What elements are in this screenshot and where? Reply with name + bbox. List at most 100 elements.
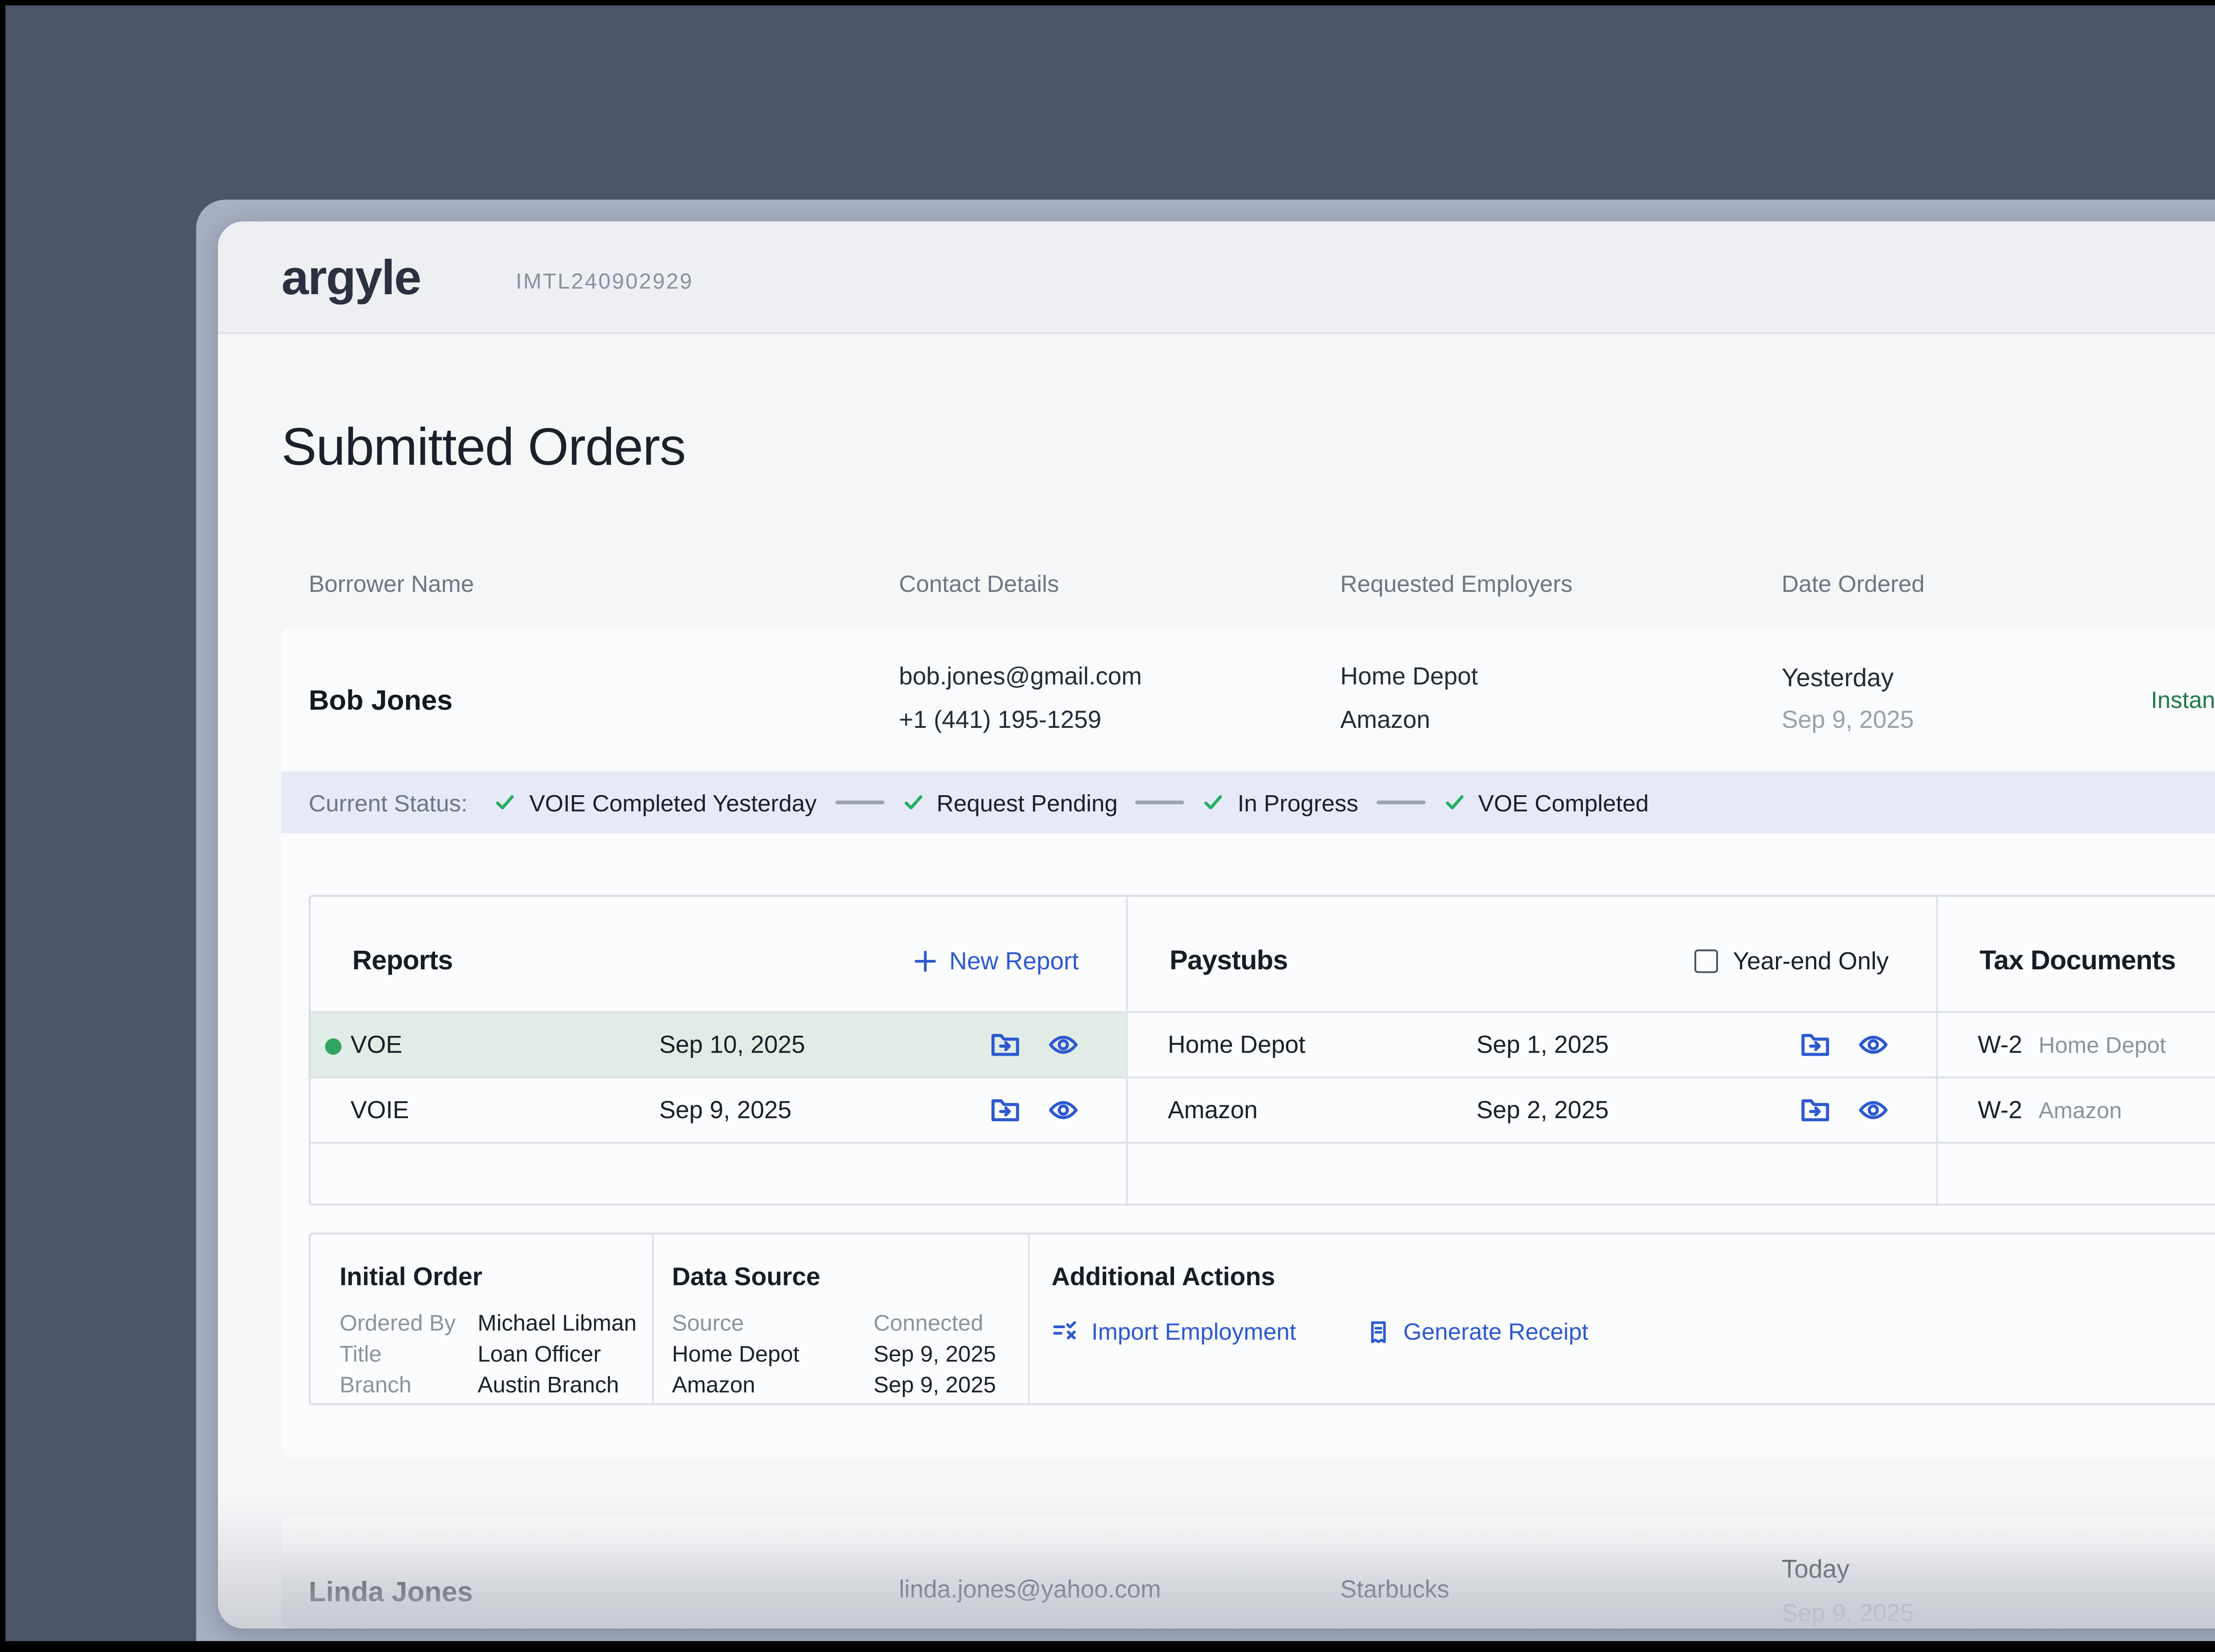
paystub-row-home-depot[interactable]: Home Depot Sep 1, 2025 bbox=[1127, 1011, 1936, 1077]
connected-value: Sep 9, 2025 bbox=[873, 1371, 996, 1397]
documents-sections-box: Reports New Report VOE Sep 10, 2025 VOIE… bbox=[308, 895, 2215, 1205]
source-value: Amazon bbox=[672, 1371, 755, 1397]
initial-order-field: Title Loan Officer bbox=[340, 1338, 637, 1369]
report-row-voie[interactable]: VOIE Sep 9, 2025 bbox=[311, 1076, 1126, 1142]
order-card-bob-jones: Bob Jones bob.jones@gmail.com +1 (441) 1… bbox=[281, 626, 2215, 1458]
initial-order-section: Initial Order Ordered By Michael Libman … bbox=[340, 1262, 637, 1399]
tax-doc-row-home-depot[interactable]: W-2 Home Depot Jan 5, 2025 bbox=[1938, 1011, 2215, 1077]
data-source-title: Data Source bbox=[672, 1261, 820, 1291]
column-header-date-ordered: Date Ordered bbox=[1781, 570, 1925, 598]
data-source-row: Home Depot Sep 9, 2025 bbox=[672, 1338, 996, 1369]
additional-actions-section: Additional Actions Import Employment Gen… bbox=[1052, 1262, 1589, 1345]
step-connector bbox=[1376, 801, 1426, 805]
desktop-background: argyle IMTL240902929 Refresh Page bbox=[0, 0, 2215, 1652]
status-step: VOIE Completed Yesterday bbox=[495, 789, 817, 816]
tax-doc-name: W-2 Amazon bbox=[1978, 1096, 2215, 1123]
view-eye-icon[interactable] bbox=[1048, 1095, 1079, 1126]
refresh-page-button[interactable]: Refresh Page bbox=[2194, 222, 2215, 334]
borrower-phone: +1 (441) 195-1259 bbox=[899, 706, 1102, 734]
step-connector bbox=[1136, 801, 1185, 805]
paystub-employer: Home Depot bbox=[1167, 1031, 1306, 1059]
year-end-only-checkbox[interactable] bbox=[1694, 949, 1718, 974]
data-source-section: Data Source Source Connected Home Depot … bbox=[672, 1262, 996, 1399]
paystubs-panel: Paystubs Year-end Only Home Depot Sep 1,… bbox=[1127, 897, 1936, 1204]
column-header-contact-details: Contact Details bbox=[899, 570, 1059, 598]
status-step-label: VOIE Completed Yesterday bbox=[529, 789, 817, 816]
view-eye-icon[interactable] bbox=[1858, 1029, 1889, 1060]
report-date: Sep 10, 2025 bbox=[659, 1031, 805, 1059]
instant-verification-label: Instant Verification Available bbox=[2151, 686, 2215, 714]
paystubs-title: Paystubs bbox=[1170, 945, 1288, 977]
field-label: Title bbox=[339, 1341, 382, 1366]
connected-header: Connected bbox=[873, 1310, 983, 1335]
column-header-requested-employers: Requested Employers bbox=[1340, 570, 1573, 598]
argyle-modal: argyle IMTL240902929 Refresh Page bbox=[218, 221, 2215, 1629]
check-icon bbox=[1446, 795, 1464, 810]
check-icon bbox=[497, 795, 515, 810]
order-info-box: Initial Order Ordered By Michael Libman … bbox=[308, 1232, 2215, 1405]
view-eye-icon[interactable] bbox=[1858, 1095, 1889, 1126]
tax-doc-employer: Home Depot bbox=[2038, 1033, 2166, 1059]
instant-verification-available: Instant Verification Available bbox=[2151, 666, 2215, 734]
export-file-icon[interactable] bbox=[1800, 1095, 1831, 1126]
argyle-logo: argyle bbox=[281, 250, 421, 305]
year-end-only-toggle[interactable]: Year-end Only bbox=[1694, 948, 1889, 975]
export-file-icon[interactable] bbox=[990, 1095, 1021, 1126]
generate-receipt-button[interactable]: Generate Receipt bbox=[1365, 1318, 1589, 1345]
date-ordered-relative: Yesterday bbox=[1781, 662, 1894, 692]
current-status-label: Current Status: bbox=[308, 789, 468, 816]
date-ordered-relative: Today bbox=[1781, 1554, 1850, 1583]
export-file-icon[interactable] bbox=[990, 1029, 1021, 1060]
borrower-email: bob.jones@gmail.com bbox=[899, 662, 1142, 690]
info-divider bbox=[652, 1234, 654, 1403]
borrower-name: Linda Jones bbox=[308, 1577, 473, 1609]
order-card-linda-jones: Linda Jones linda.jones@yahoo.com Starbu… bbox=[281, 1516, 2215, 1629]
info-divider bbox=[1028, 1234, 1030, 1403]
reports-panel: Reports New Report VOE Sep 10, 2025 VOIE… bbox=[311, 897, 1126, 1204]
tax-documents-panel-header: Tax Documents bbox=[1938, 897, 2215, 1011]
source-header: Source bbox=[672, 1310, 744, 1335]
plus-icon bbox=[914, 950, 936, 972]
report-actions bbox=[990, 1095, 1079, 1126]
report-row-voe[interactable]: VOE Sep 10, 2025 bbox=[311, 1011, 1126, 1077]
titlebar: argyle IMTL240902929 Refresh Page bbox=[218, 221, 2215, 334]
initial-order-field: Ordered By Michael Libman bbox=[340, 1307, 637, 1338]
receipt-icon bbox=[1370, 1320, 1385, 1342]
additional-actions-title: Additional Actions bbox=[1051, 1261, 1275, 1291]
report-actions bbox=[990, 1029, 1079, 1060]
paystub-row-amazon[interactable]: Amazon Sep 2, 2025 bbox=[1127, 1076, 1936, 1142]
check-icon bbox=[1205, 795, 1223, 810]
data-source-row: Amazon Sep 9, 2025 bbox=[672, 1369, 996, 1400]
status-step: In Progress bbox=[1203, 789, 1358, 816]
borrower-email: linda.jones@yahoo.com bbox=[899, 1575, 1161, 1603]
screenshot-frame: argyle IMTL240902929 Refresh Page bbox=[0, 0, 2215, 1652]
export-file-icon[interactable] bbox=[1800, 1029, 1831, 1060]
year-end-only-label: Year-end Only bbox=[1733, 948, 1889, 975]
field-value: Michael Libman bbox=[478, 1310, 637, 1335]
date-ordered-absolute: Sep 9, 2025 bbox=[1781, 706, 1914, 734]
generate-receipt-label: Generate Receipt bbox=[1403, 1318, 1589, 1345]
page-title: Submitted Orders bbox=[281, 419, 686, 478]
tax-doc-name: W-2 Home Depot bbox=[1978, 1031, 2215, 1058]
current-status-bar: Current Status: VOIE Completed Yesterday… bbox=[281, 771, 2215, 833]
step-connector bbox=[835, 801, 884, 805]
status-step-label: In Progress bbox=[1237, 789, 1359, 816]
paystub-actions bbox=[1800, 1029, 1889, 1060]
report-name: VOIE bbox=[350, 1096, 409, 1124]
import-employment-button[interactable]: Import Employment bbox=[1052, 1318, 1296, 1345]
view-eye-icon[interactable] bbox=[1048, 1029, 1079, 1060]
new-report-button[interactable]: New Report bbox=[913, 948, 1079, 975]
source-value: Home Depot bbox=[672, 1341, 800, 1366]
status-step-label: Request Pending bbox=[937, 789, 1118, 816]
connected-value: Sep 9, 2025 bbox=[873, 1341, 996, 1366]
tax-documents-panel: Tax Documents W-2 Home Depot Jan 5, 2025 bbox=[1938, 897, 2215, 1204]
paystub-date: Sep 1, 2025 bbox=[1476, 1031, 1609, 1059]
tax-documents-rows: W-2 Home Depot Jan 5, 2025 bbox=[1938, 1011, 2215, 1144]
import-employment-label: Import Employment bbox=[1091, 1318, 1296, 1345]
tax-doc-type: W-2 bbox=[1978, 1031, 2022, 1059]
requested-employer-2: Amazon bbox=[1340, 706, 1430, 734]
tax-doc-row-amazon[interactable]: W-2 Amazon Jan 10, 2025 bbox=[1938, 1076, 2215, 1142]
field-label: Branch bbox=[339, 1371, 412, 1397]
field-label: Ordered By bbox=[339, 1310, 456, 1335]
report-name: VOE bbox=[350, 1031, 403, 1059]
